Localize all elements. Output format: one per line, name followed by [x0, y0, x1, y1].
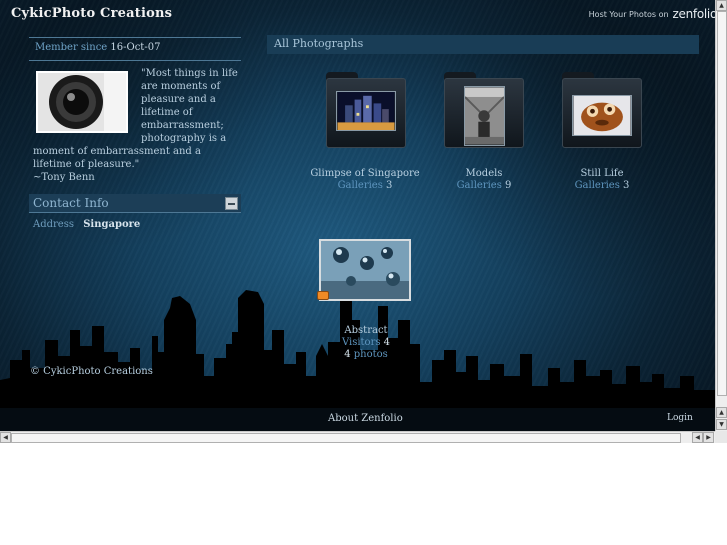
scroll-down-icon[interactable]: ▼: [716, 419, 727, 430]
profile-photo[interactable]: [36, 71, 128, 133]
photoset-photo-count: 4 photos: [344, 349, 388, 360]
all-photographs-header: All Photographs: [267, 35, 699, 54]
gallery-count: Galleries 3: [574, 180, 630, 191]
gallery-thumbnail: [572, 95, 632, 136]
horizontal-scrollbar[interactable]: ◀ ◀ ▶: [0, 431, 715, 443]
camera-lens-photo: [38, 73, 126, 131]
contact-info-title: Contact Info: [33, 196, 109, 210]
member-since-date: 16-Oct-07: [110, 42, 161, 53]
gallery-thumbnail: [336, 91, 396, 131]
member-since-label: Member since: [35, 42, 108, 53]
address-label: Address: [33, 219, 74, 230]
gallery-caption: Still Life Galleries 3: [532, 168, 672, 192]
photoset-name[interactable]: Abstract: [316, 325, 416, 337]
gallery-thumbnail: [464, 86, 505, 146]
host-photos-text: Host Your Photos on: [588, 9, 669, 19]
scroll-up-icon[interactable]: ▲: [716, 0, 727, 11]
zenfolio-logo: zenfolio: [672, 7, 715, 21]
page-viewport: CykicPhoto Creations Host Your Photos on…: [0, 0, 715, 431]
gallery-folder-still-life[interactable]: [562, 72, 642, 154]
photoset-thumbnail-abstract[interactable]: [319, 239, 411, 301]
photoset-visitors: Visitors 4: [341, 337, 391, 348]
vertical-scrollbar[interactable]: ▲ ▲ ▼: [715, 0, 727, 431]
login-link[interactable]: Login: [667, 413, 693, 423]
scroll-left-icon[interactable]: ◀: [0, 432, 11, 443]
vertical-scroll-thumb[interactable]: [717, 11, 727, 396]
address-row: Address Singapore: [33, 219, 140, 230]
gallery-folder-models[interactable]: [444, 72, 524, 154]
horizontal-scroll-thumb[interactable]: [11, 433, 681, 443]
site-title[interactable]: CykicPhoto Creations: [11, 6, 172, 21]
scroll-right-icon[interactable]: ▶: [703, 432, 714, 443]
photoset-caption: Abstract Visitors 4 4 photos: [316, 325, 416, 361]
host-photos-link[interactable]: Host Your Photos on zenfolio: [589, 7, 715, 21]
contact-info-header: Contact Info: [29, 194, 241, 213]
scroll-up-icon[interactable]: ▲: [716, 407, 727, 418]
quote-author: ~Tony Benn: [33, 172, 95, 183]
rss-icon[interactable]: [317, 291, 329, 300]
member-since-bar: Member since 16-Oct-07: [29, 37, 241, 61]
collapse-icon[interactable]: [225, 197, 238, 210]
gallery-folder-singapore[interactable]: [326, 72, 406, 154]
gallery-name[interactable]: Still Life: [532, 168, 672, 180]
copyright-text: © CykicPhoto Creations: [30, 366, 153, 377]
scrollbar-corner: [715, 431, 727, 443]
scroll-left-icon[interactable]: ◀: [692, 432, 703, 443]
address-value: Singapore: [83, 219, 141, 230]
about-zenfolio-link[interactable]: About Zenfolio: [328, 413, 403, 424]
